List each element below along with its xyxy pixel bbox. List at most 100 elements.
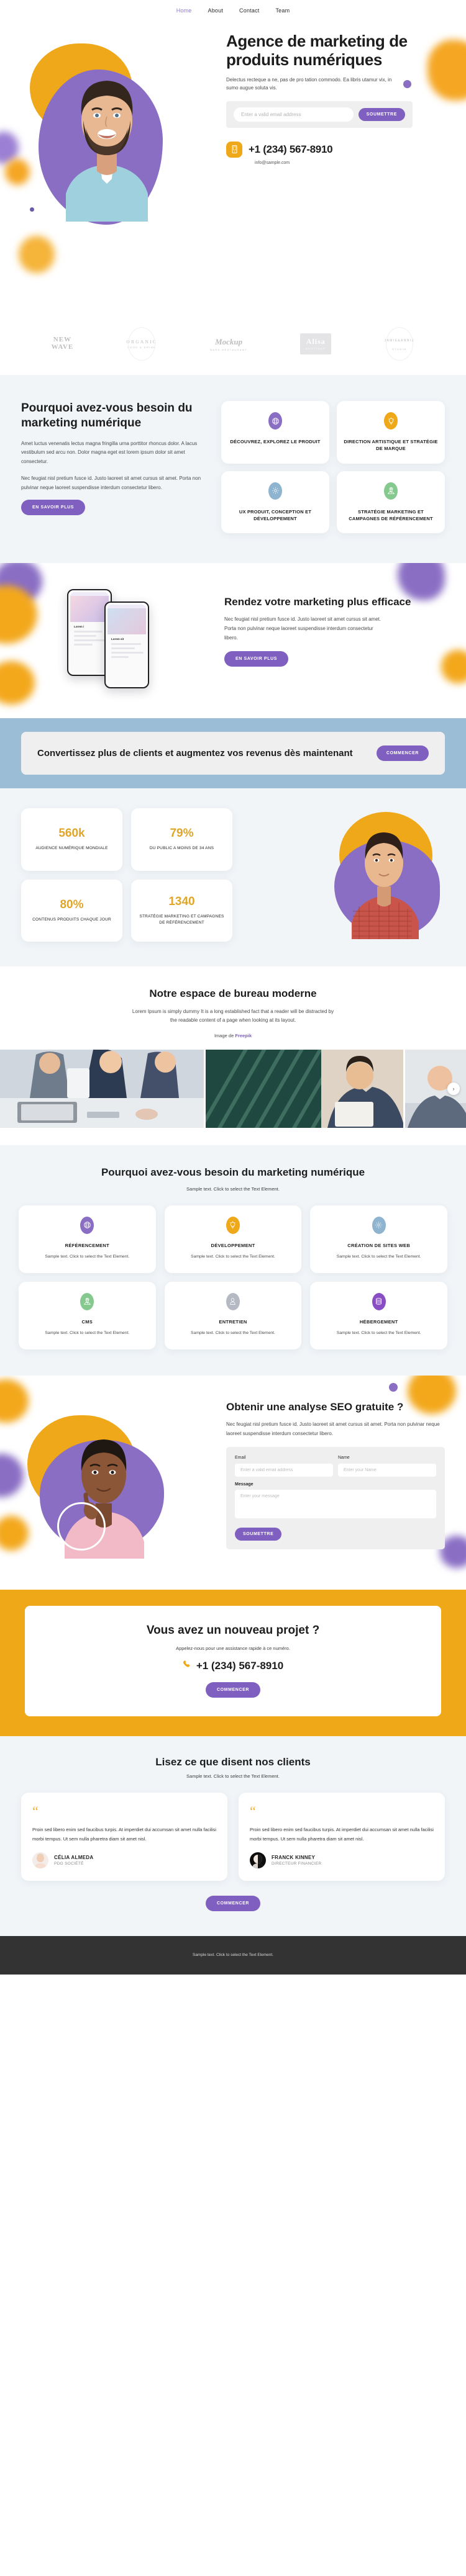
seo-paragraph: Nec feugiat nisl pretium fusce id. Justo… [226, 1421, 440, 1436]
nav-item-about[interactable]: About [208, 7, 224, 14]
service-card[interactable]: ENTRETIEN Sample text. Click to select t… [164, 1281, 302, 1349]
stats-portrait [342, 818, 423, 939]
service-card[interactable]: DÉVELOPPEMENT Sample text. Click to sele… [164, 1205, 302, 1273]
logo-line-2: WAVE [51, 343, 74, 351]
phone-handset-icon [183, 1660, 192, 1672]
email-field-group: Email [235, 1456, 333, 1477]
hero-phone-number[interactable]: +1 (234) 567-8910 [249, 143, 333, 156]
decorative-blob-purple-left [0, 1453, 24, 1497]
nav-item-contact[interactable]: Contact [239, 7, 259, 14]
seo-submit-button[interactable]: SOUMETTRE [235, 1528, 282, 1541]
stat-value: 1340 [168, 894, 195, 908]
logo-mockup: Mockup BARS RESTAURANT [210, 337, 247, 351]
stat-value: 560k [58, 827, 85, 840]
gear-icon [372, 1216, 386, 1234]
why-learn-more-button[interactable]: EN SAVOIR PLUS [21, 500, 86, 516]
why-paragraph-1: Amet luctus venenatis lectus magna fring… [21, 440, 198, 465]
stat-label: DU PUBLIC A MOINS DE 34 ANS [149, 846, 214, 851]
hero-contact: +1 (234) 567-8910 [226, 141, 445, 158]
email-field[interactable] [235, 1464, 333, 1477]
services-title: Pourquoi avez-vous besoin du marketing n… [101, 1166, 365, 1178]
service-card[interactable]: CMS Sample text. Click to select the Tex… [19, 1281, 156, 1349]
stats-portrait-area [244, 808, 445, 942]
phone-mockups: Lorem i Lorem sit [0, 563, 221, 718]
hero-email-input[interactable] [234, 107, 354, 122]
service-card[interactable]: RÉFÉRENCEMENT Sample text. Click to sele… [19, 1205, 156, 1273]
new-project-phone[interactable]: +1 (234) 567-8910 [37, 1660, 429, 1672]
testimonial-card: “ Proin sed libero enim sed faucibus tur… [239, 1793, 445, 1881]
why-digital-marketing-section: Pourquoi avez-vous besoin du marketing n… [0, 375, 466, 563]
page-root: Home About Contact Team Agence de market… [0, 0, 466, 1975]
seo-title: Obtenir une analyse SEO gratuite ? [226, 1400, 404, 1413]
message-field[interactable] [235, 1490, 436, 1519]
why-paragraph-2: Nec feugiat nisl pretium fusce id. Justo… [21, 475, 201, 490]
service-card-title: DÉCOUVREZ, EXPLOREZ LE PRODUIT [230, 439, 321, 444]
hero-submit-button[interactable]: SOUMETTRE [358, 107, 405, 121]
new-project-paragraph: Appelez-nous pour une assistance rapide … [176, 1646, 290, 1652]
service-card[interactable]: HÉBERGEMENT Sample text. Click to select… [310, 1281, 447, 1349]
gallery-next-arrow[interactable]: › [447, 1082, 460, 1095]
nav-item-team[interactable]: Team [275, 7, 290, 14]
freepik-link[interactable]: Freepik [235, 1033, 252, 1038]
service-card[interactable]: UX PRODUIT, CONCEPTION ET DÉVELOPPEMENT [221, 471, 329, 533]
logo-jamie-annie: JAMIE&ANNIE STUDIO [385, 338, 415, 351]
service-card-title: DIRECTION ARTISTIQUE ET STRATÉGIE DE MAR… [344, 439, 438, 452]
marketing-efficace-section: Lorem i Lorem sit Rendez votre marketing… [0, 563, 466, 718]
logo-organic: ORGANIC FOOD & DRINK [126, 339, 157, 349]
why-title: Pourquoi avez-vous besoin du marketing n… [21, 402, 193, 430]
testimonials-start-button[interactable]: COMMENCER [205, 1895, 261, 1911]
name-field[interactable] [338, 1464, 436, 1477]
client-logos: NEW WAVE ORGANIC FOOD & DRINK Mockup BAR… [0, 313, 466, 375]
new-project-cta-section: Vous avez un nouveau projet ? Appelez-no… [0, 1589, 466, 1737]
mobile-phone-icon [226, 141, 242, 158]
nav-item-home[interactable]: Home [176, 7, 192, 14]
service-card-title: STRATÉGIE MARKETING ET CAMPAGNES DE RÉFÉ… [349, 508, 433, 521]
top-navigation: Home About Contact Team [0, 0, 466, 21]
new-project-start-button[interactable]: COMMENCER [205, 1682, 261, 1698]
map-pin-icon [384, 482, 398, 500]
service-card[interactable]: DÉCOUVREZ, EXPLOREZ LE PRODUIT [221, 401, 329, 464]
service-card-text: Sample text. Click to select the Text El… [45, 1254, 130, 1259]
testimonial-card: “ Proin sed libero enim sed faucibus tur… [21, 1793, 227, 1881]
hero-subtitle: Delectus recteque a ne, pas de pro tatio… [226, 76, 392, 91]
message-label: Message [235, 1482, 254, 1487]
testimonial-role: DIRECTEUR FINANCIER [272, 1861, 322, 1866]
why-card-grid: DÉCOUVREZ, EXPLOREZ LE PRODUIT DIRECTION… [221, 401, 445, 533]
gallery-image-1[interactable] [0, 1049, 204, 1128]
office-space-section: Notre espace de bureau moderne Lorem Ips… [0, 966, 466, 1145]
message-field-group: Message [235, 1482, 436, 1521]
gallery-image-2[interactable] [206, 1049, 403, 1128]
footer-text: Sample text. Click to select the Text El… [193, 1953, 273, 1958]
hero-email-address[interactable]: info@sample.com [255, 161, 445, 165]
credit-prefix: Image de [214, 1032, 235, 1038]
service-card-title: ENTRETIEN [219, 1318, 247, 1325]
service-card-title: UX PRODUIT, CONCEPTION ET DÉVELOPPEMENT [239, 508, 312, 521]
testimonial-text: Proin sed libero enim sed faucibus turpi… [32, 1826, 216, 1842]
phones-learn-more-button[interactable]: EN SAVOIR PLUS [224, 651, 289, 667]
page-footer: Sample text. Click to select the Text El… [0, 1935, 466, 1975]
new-project-title: Vous avez un nouveau projet ? [146, 1623, 320, 1637]
stat-card: 80% CONTENUS PRODUITS CHAQUE JOUR [21, 879, 122, 942]
testimonial-author: FRANCK KINNEY [272, 1854, 316, 1860]
database-icon [372, 1292, 386, 1310]
logo-line-3: FOOD & DRINK [127, 346, 157, 349]
service-card[interactable]: CRÉATION DE SITES WEB Sample text. Click… [310, 1205, 447, 1273]
service-card[interactable]: STRATÉGIE MARKETING ET CAMPAGNES DE RÉFÉ… [337, 471, 445, 533]
service-card-text: Sample text. Click to select the Text El… [191, 1254, 275, 1259]
hero-portrait [47, 51, 160, 222]
phones-title: Rendez votre marketing plus efficace [224, 596, 411, 608]
new-project-phone-number: +1 (234) 567-8910 [196, 1660, 284, 1672]
stat-label: STRATÉGIE MARKETING ET CAMPAGNES DE RÉFÉ… [139, 914, 224, 925]
logo-line-1: JAMIE&ANNIE [384, 338, 415, 343]
mock-title: Lorem sit [111, 637, 124, 641]
office-gallery[interactable]: › [0, 1049, 466, 1128]
service-card-title: CMS [81, 1318, 93, 1325]
cta-start-button[interactable]: COMMENCER [376, 745, 429, 761]
services-subtitle: Sample text. Click to select the Text El… [186, 1186, 280, 1192]
avatar [32, 1852, 48, 1868]
logo-line-1: Mockup [215, 336, 243, 346]
service-card[interactable]: DIRECTION ARTISTIQUE ET STRATÉGIE DE MAR… [337, 401, 445, 464]
hero-title: Agence de marketing de produits numériqu… [226, 32, 408, 69]
stats-grid: 560k AUDIENCE NUMÉRIQUE MONDIALE 79% DU … [21, 808, 232, 942]
conversion-cta-section: Convertissez plus de clients et augmente… [0, 718, 466, 788]
